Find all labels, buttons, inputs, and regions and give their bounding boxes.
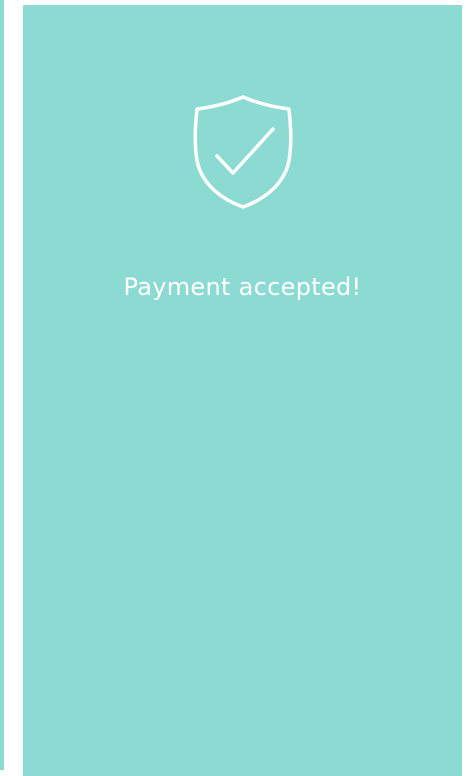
- payment-status-message: Payment accepted!: [123, 273, 362, 301]
- payment-status-panel: Payment accepted!: [23, 5, 462, 776]
- left-edge-strip: [0, 0, 4, 770]
- shield-check-icon: [191, 93, 295, 211]
